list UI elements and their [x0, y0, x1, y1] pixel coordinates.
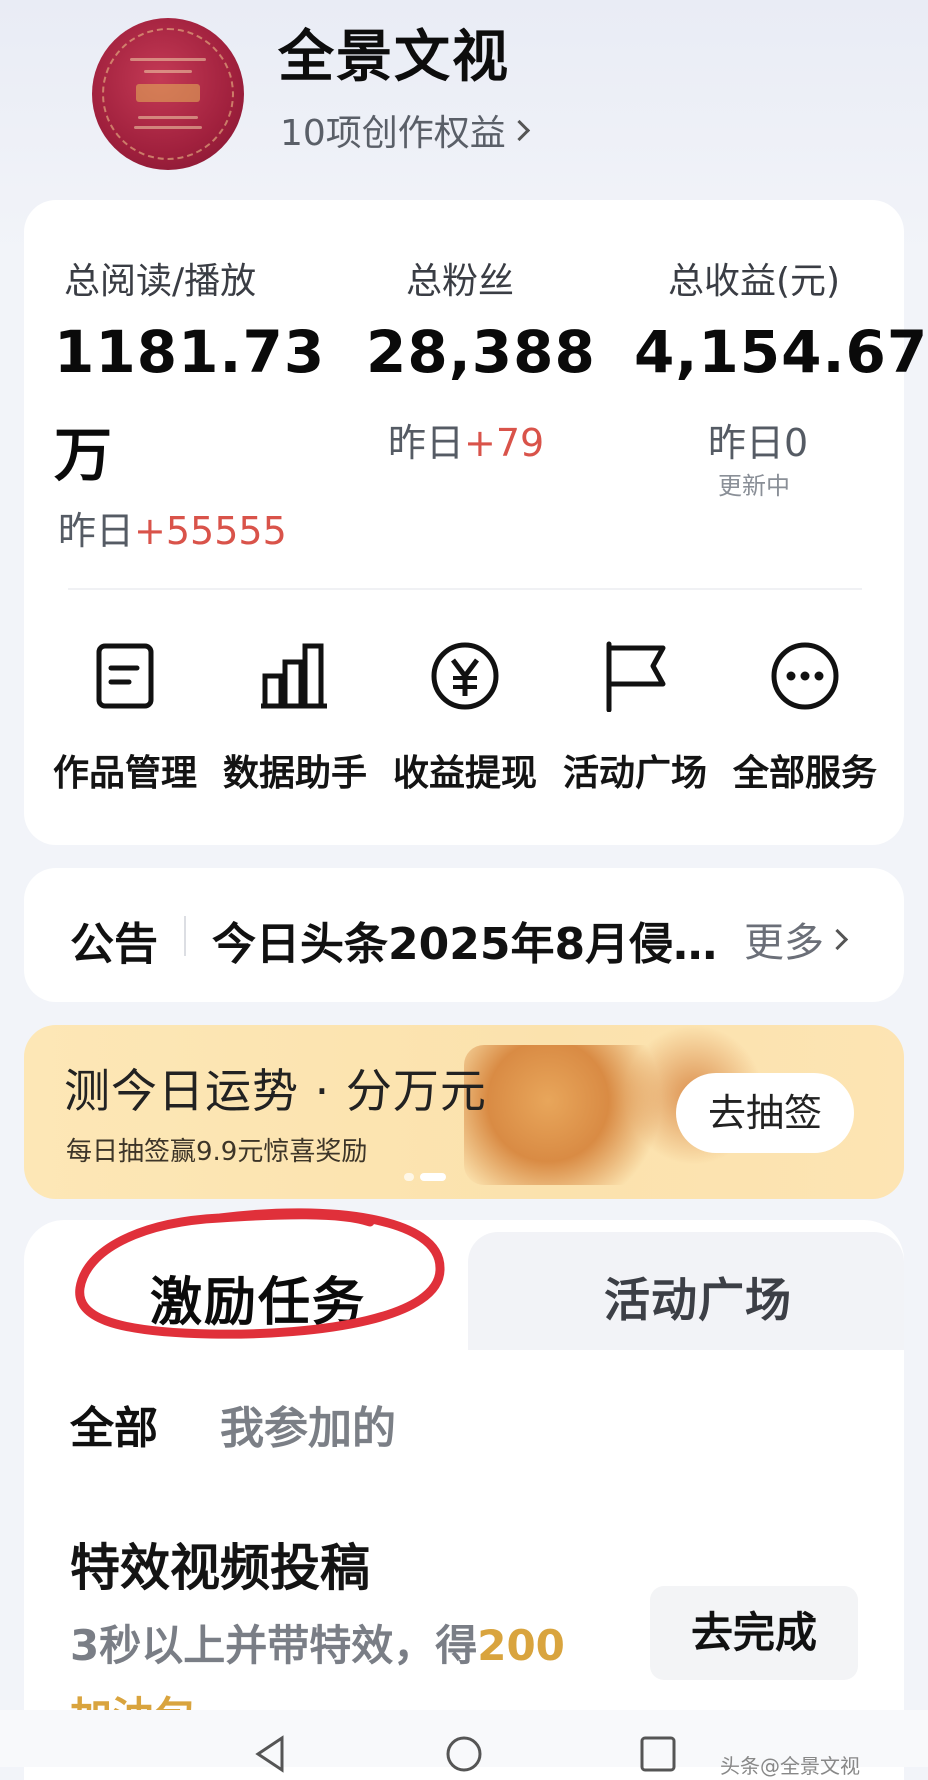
service-label: 作品管理 [52, 753, 197, 794]
stat-sub-prefix: 昨日 [708, 421, 785, 465]
service-label: 收益提现 [392, 753, 537, 794]
benefits-label: 10项创作权益 [280, 113, 506, 154]
home-circle-icon[interactable] [444, 1734, 484, 1774]
notice-tag: 公告 [70, 919, 158, 970]
notice-more-link[interactable]: 更多 [744, 910, 849, 968]
task-reward-amount: 200 [477, 1621, 565, 1670]
carousel-dot [404, 1173, 414, 1181]
service-activities[interactable]: 活动广场 [550, 640, 720, 796]
service-label: 全部服务 [732, 753, 877, 794]
back-triangle-icon[interactable] [250, 1734, 290, 1774]
avatar-text-line [134, 126, 202, 129]
stat-sub-fans: 昨日+79 [388, 412, 544, 467]
avatar-text-line [144, 70, 192, 73]
banner-desc: 每日抽签赢9.9元惊喜奖励 [66, 1137, 368, 1167]
draw-lot-button[interactable]: 去抽签 [676, 1073, 854, 1153]
complete-task-button[interactable]: 去完成 [650, 1586, 858, 1680]
task-desc-prefix: 3秒以上并带特效，得 [70, 1621, 478, 1670]
service-label: 数据助手 [222, 753, 367, 794]
banner-title: 测今日运势 · 分万元 [64, 1064, 487, 1118]
stat-label-fans: 总粉丝 [406, 261, 515, 302]
chevron-right-icon [826, 928, 849, 950]
more-icon [771, 642, 839, 710]
stat-value-fans[interactable]: 28,388 [366, 318, 596, 386]
divider [68, 588, 862, 590]
stat-sub-delta: 0 [784, 421, 809, 465]
avatar-text-line [138, 116, 198, 119]
task-desc: 3秒以上并带特效，得200 [70, 1612, 565, 1673]
carousel-dot-active [420, 1173, 446, 1181]
stat-label-reads: 总阅读/播放 [64, 261, 257, 302]
bar-chart-icon [261, 643, 327, 709]
notice-text[interactable]: 今日头条2025年8月侵… [212, 908, 732, 972]
flag-icon [606, 641, 666, 713]
stat-sub-reads: 昨日+55555 [58, 500, 287, 555]
avatar-text-line [130, 58, 206, 61]
benefits-link[interactable]: 10项创作权益 [280, 104, 530, 156]
stat-value-reads-unit: 万 [54, 421, 114, 489]
stats-card: 总阅读/播放 1181.73 万 昨日+55555 总粉丝 28,388 昨日+… [24, 200, 927, 845]
watermark: 头条@全景文视 [720, 1754, 860, 1778]
recents-square-icon[interactable] [638, 1734, 678, 1774]
fortune-banner[interactable]: 测今日运势 · 分万元 每日抽签赢9.9元惊喜奖励 去抽签 [24, 1025, 904, 1199]
notice-separator [184, 916, 186, 956]
stat-sub-delta: +79 [464, 421, 545, 465]
avatar-stamp [136, 84, 200, 102]
red-circle-annotation [75, 1208, 445, 1339]
yen-coin-icon [431, 642, 499, 710]
stat-sub-delta: +55555 [134, 509, 287, 553]
chevron-right-icon [508, 119, 530, 141]
stat-sub-prefix: 昨日 [388, 421, 465, 465]
account-name: 全景文视 [278, 25, 510, 90]
service-label: 活动广场 [562, 753, 707, 794]
filter-mine[interactable]: 我参加的 [220, 1392, 396, 1456]
notice-more-label: 更多 [744, 920, 824, 966]
document-icon [96, 643, 154, 709]
stat-sub-prefix: 昨日 [58, 509, 135, 553]
stat-value-reads[interactable]: 1181.73 [54, 318, 325, 386]
notice-bar[interactable]: 公告 今日头条2025年8月侵… 更多 [24, 868, 904, 1002]
stat-value-earnings[interactable]: 4,154.67 [634, 318, 928, 386]
stat-note-updating: 更新中 [718, 472, 790, 500]
stat-sub-earnings: 昨日0 [708, 412, 808, 467]
service-works[interactable]: 作品管理 [40, 640, 210, 796]
service-withdraw[interactable]: 收益提现 [380, 640, 550, 796]
filter-all[interactable]: 全部 [70, 1392, 158, 1456]
task-title: 特效视频投稿 [70, 1539, 370, 1597]
service-all[interactable]: 全部服务 [720, 640, 890, 796]
carousel-dots [404, 1173, 446, 1181]
tab-activities[interactable]: 活动广场 [604, 1264, 792, 1330]
avatar[interactable] [92, 18, 244, 170]
service-data[interactable]: 数据助手 [210, 640, 380, 796]
stat-label-earnings: 总收益(元) [668, 261, 841, 302]
